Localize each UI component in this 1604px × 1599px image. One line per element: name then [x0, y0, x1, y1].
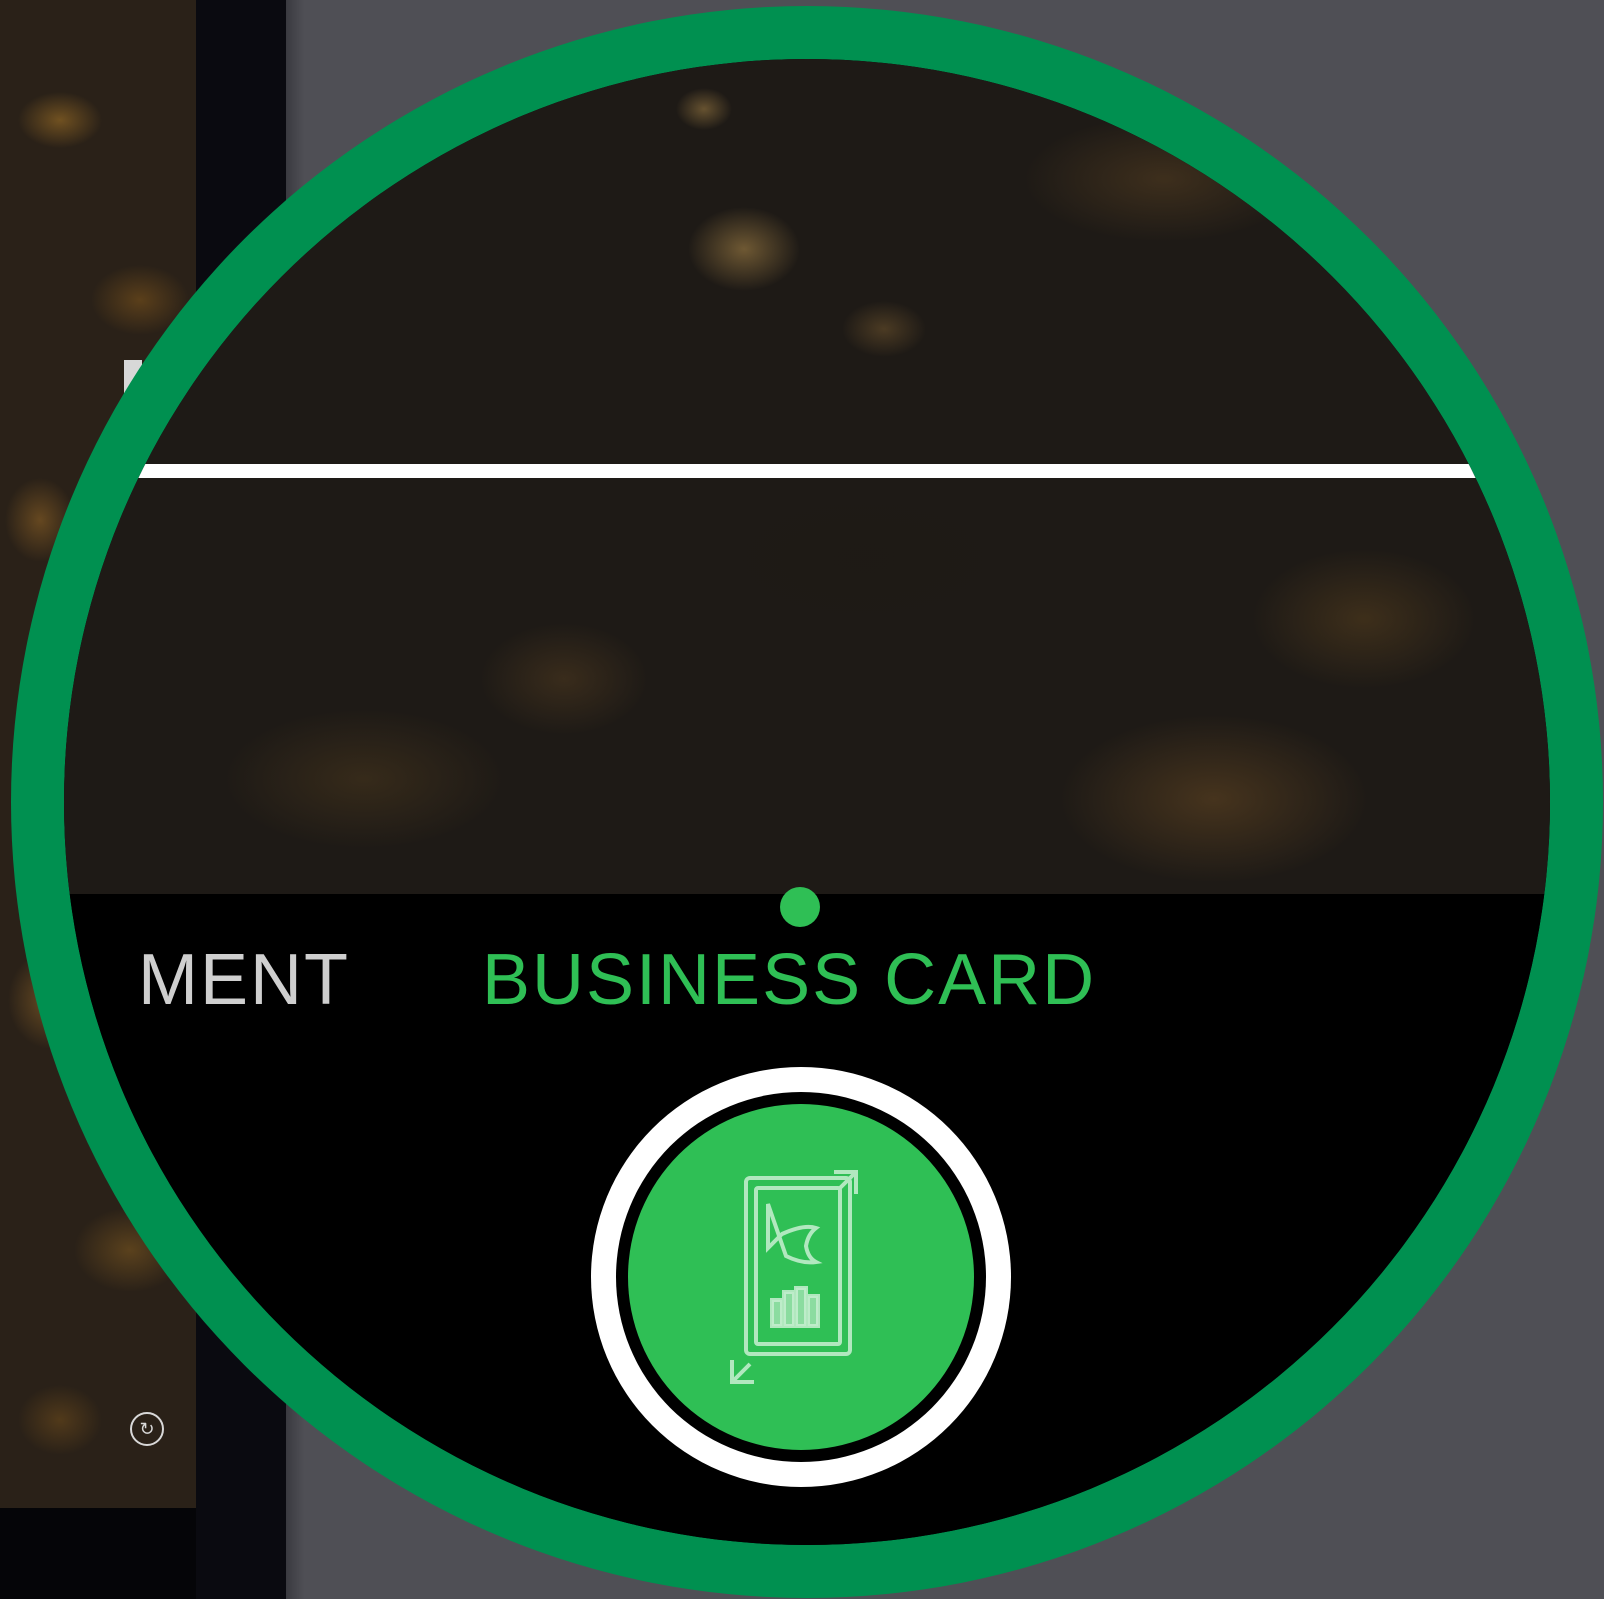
shutter-ring: [616, 1092, 986, 1462]
scan-guide-line: [64, 464, 1550, 478]
business-card-scan-icon: [730, 1170, 858, 1384]
mode-document-tab[interactable]: MENT: [138, 944, 350, 1016]
shutter-button[interactable]: [591, 1067, 1011, 1487]
selected-mode-indicator: [780, 887, 820, 927]
zoom-magnifier-ring: MENT BUSINESS CARD: [11, 6, 1603, 1598]
mode-business-card-tab[interactable]: BUSINESS CARD: [482, 944, 1096, 1016]
shutter-button-face[interactable]: [628, 1104, 974, 1450]
zoom-magnifier-lens: MENT BUSINESS CARD: [64, 59, 1550, 1545]
camera-screen: ↻ MENT BUSINESS CARD: [0, 0, 1604, 1599]
